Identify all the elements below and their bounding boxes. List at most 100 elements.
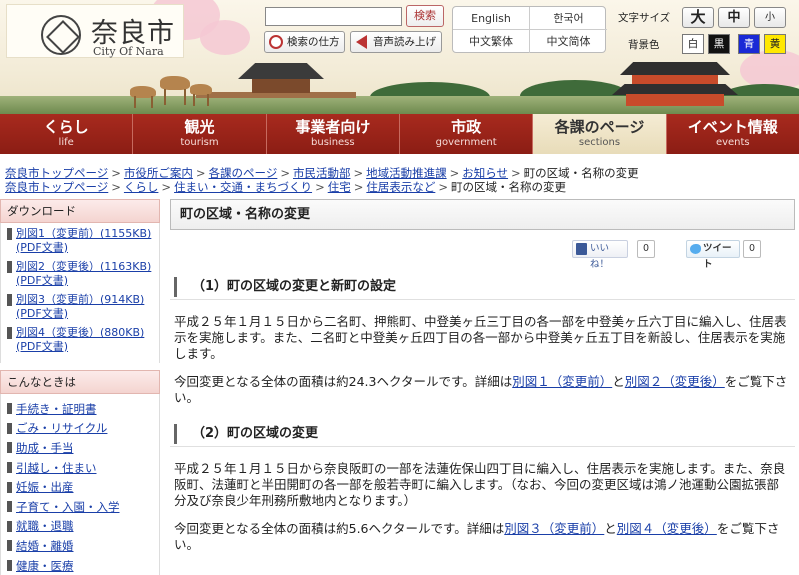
temple-gate-roof-decoration — [620, 62, 730, 75]
download-link[interactable]: 別図1（変更前）(1155KB)(PDF文書) — [16, 227, 153, 254]
lang-korean[interactable]: 한국어 — [530, 7, 607, 30]
deer-decoration — [164, 89, 166, 105]
sidebar-link[interactable]: 妊娠・出産 — [16, 479, 74, 495]
breadcrumb-link[interactable]: お知らせ — [462, 166, 508, 180]
sidebar-link[interactable]: 引越し・住まい — [16, 460, 97, 476]
pavilion-decoration — [252, 79, 310, 93]
sidebar-link[interactable]: 手続き・証明書 — [16, 401, 97, 417]
pavilion-roof-decoration — [238, 63, 324, 79]
search-help-icon — [269, 35, 283, 49]
facebook-like-button[interactable]: いいね！ — [572, 240, 628, 270]
breadcrumb-separator: > — [315, 180, 325, 194]
font-size-small-button[interactable]: 小 — [754, 7, 786, 28]
breadcrumb-link[interactable]: 地域活動推進課 — [366, 166, 447, 180]
bullet-icon — [7, 228, 12, 240]
deer-decoration — [193, 94, 195, 106]
font-size-large-button[interactable]: 大 — [682, 7, 714, 28]
bullet-icon — [7, 327, 12, 339]
nav-business[interactable]: 事業者向け business — [267, 114, 400, 154]
list-item: 子育て・入園・入学 — [7, 497, 153, 517]
language-selector: English 한국어 中文繁体 中文简体 — [452, 6, 607, 53]
bg-blue-button[interactable]: 青 — [738, 34, 760, 54]
deer-decoration — [207, 94, 209, 106]
download-link[interactable]: 別図4（変更後）(880KB)(PDF文書) — [16, 326, 153, 353]
bullet-icon — [7, 403, 12, 415]
lang-chinese-simplified[interactable]: 中文简体 — [530, 30, 607, 53]
breadcrumb-separator: > — [280, 166, 290, 180]
font-size-medium-button[interactable]: 中 — [718, 7, 750, 28]
bg-black-button[interactable]: 黒 — [708, 34, 730, 54]
breadcrumb-separator: > — [111, 166, 121, 180]
sidebar-link[interactable]: 助成・手当 — [16, 440, 74, 456]
breadcrumb-separator: > — [111, 180, 121, 194]
breadcrumb-link[interactable]: 奈良市トップページ — [5, 180, 108, 194]
bg-yellow-button[interactable]: 黄 — [764, 34, 786, 54]
nav-label-en: government — [435, 137, 497, 148]
download-link[interactable]: 別図2（変更後）(1163KB)(PDF文書) — [16, 260, 153, 287]
section-1-body: 平成２５年１月１５日から二名町、押熊町、中登美ヶ丘三丁目の各一部を中登美ヶ丘六丁… — [174, 314, 787, 361]
list-item: 健康・医療 — [7, 556, 153, 575]
breadcrumb-link[interactable]: 市役所ご案内 — [124, 166, 193, 180]
breadcrumb-link[interactable]: 住居表示など — [366, 180, 435, 194]
sidebar-link[interactable]: 結婚・離婚 — [16, 538, 74, 554]
map-3-link[interactable]: 別図３（変更前） — [504, 521, 604, 536]
breadcrumb-link[interactable]: 奈良市トップページ — [5, 166, 108, 180]
bullet-icon — [7, 422, 12, 434]
map-1-link[interactable]: 別図１（変更前） — [512, 374, 612, 389]
site-logo[interactable]: 奈良市 City Of Nara — [6, 4, 184, 58]
sidebar-link[interactable]: 就職・退職 — [16, 518, 74, 534]
download-link[interactable]: 別図3（変更前）(914KB)(PDF文書) — [16, 293, 153, 320]
breadcrumb-link[interactable]: 住宅 — [328, 180, 351, 194]
lang-chinese-traditional[interactable]: 中文繁体 — [453, 30, 530, 53]
breadcrumb-link[interactable]: 各課のページ — [209, 166, 278, 180]
deer-decoration — [160, 76, 190, 90]
breadcrumb-link[interactable]: 住まい・交通・まちづくり — [174, 180, 312, 194]
twitter-bird-icon — [690, 244, 701, 254]
site-header: 奈良市 City Of Nara 検索 検索の仕方 音声読み上げ English… — [0, 0, 799, 114]
conjunction-text: と — [612, 374, 625, 389]
tweet-count: 0 — [743, 240, 761, 258]
search-input[interactable] — [265, 7, 402, 26]
breadcrumb-link[interactable]: 市民活動部 — [293, 166, 351, 180]
breadcrumb-separator: > — [438, 180, 448, 194]
speaker-icon — [356, 35, 367, 49]
read-aloud-button[interactable]: 音声読み上げ — [350, 31, 442, 53]
nav-life[interactable]: くらし life — [0, 114, 134, 154]
bg-white-button[interactable]: 白 — [682, 34, 704, 54]
nav-events[interactable]: イベント情報 events — [667, 114, 799, 154]
sidebar-link[interactable]: 健康・医療 — [16, 558, 74, 574]
search-button[interactable]: 検索 — [406, 5, 444, 27]
map-2-link[interactable]: 別図２（変更後） — [625, 374, 725, 389]
tweet-button[interactable]: ツイート — [686, 240, 740, 270]
sidebar-link[interactable]: ごみ・リサイクル — [16, 420, 107, 436]
breadcrumb-link[interactable]: くらし — [124, 180, 159, 194]
download-heading: ダウンロード — [0, 199, 160, 223]
sidebar-link[interactable]: 子育て・入園・入学 — [16, 499, 120, 515]
breadcrumb-separator: > — [353, 180, 364, 194]
list-item: 別図2（変更後）(1163KB)(PDF文書) — [7, 260, 153, 287]
deer-decoration — [151, 96, 153, 108]
breadcrumb-separator: > — [449, 166, 460, 180]
map-4-link[interactable]: 別図４（変更後） — [617, 521, 717, 536]
nav-label: 観光 — [184, 118, 215, 136]
city-seal-icon — [41, 15, 81, 55]
nav-label-en: sections — [578, 137, 621, 148]
konna-toki-heading: こんなときは — [0, 370, 160, 394]
breadcrumb-separator: > — [195, 166, 206, 180]
section-1-area: 今回変更となる全体の面積は約24.3ヘクタールです。詳細は別図１（変更前）と別図… — [174, 374, 790, 406]
search-help-button[interactable]: 検索の仕方 — [264, 31, 345, 53]
list-item: 別図4（変更後）(880KB)(PDF文書) — [7, 326, 153, 353]
nav-label: 事業者向け — [295, 118, 371, 136]
nav-sections[interactable]: 各課のページ sections — [533, 114, 667, 154]
deer-decoration — [184, 89, 186, 105]
facebook-icon — [576, 243, 587, 255]
area-text: 今回変更となる全体の面積は約24.3ヘクタールです。詳細は — [174, 374, 513, 389]
breadcrumb-current: 町の区域・名称の変更 — [450, 180, 566, 194]
nav-label: 各課のページ — [554, 118, 645, 136]
nav-government[interactable]: 市政 government — [400, 114, 534, 154]
nav-tourism[interactable]: 観光 tourism — [133, 114, 267, 154]
breadcrumb-current: 町の区域・名称の変更 — [523, 166, 639, 180]
lang-english[interactable]: English — [453, 7, 530, 30]
download-list: 別図1（変更前）(1155KB)(PDF文書) 別図2（変更後）(1163KB)… — [0, 223, 160, 363]
font-size-label: 文字サイズ — [618, 12, 671, 24]
